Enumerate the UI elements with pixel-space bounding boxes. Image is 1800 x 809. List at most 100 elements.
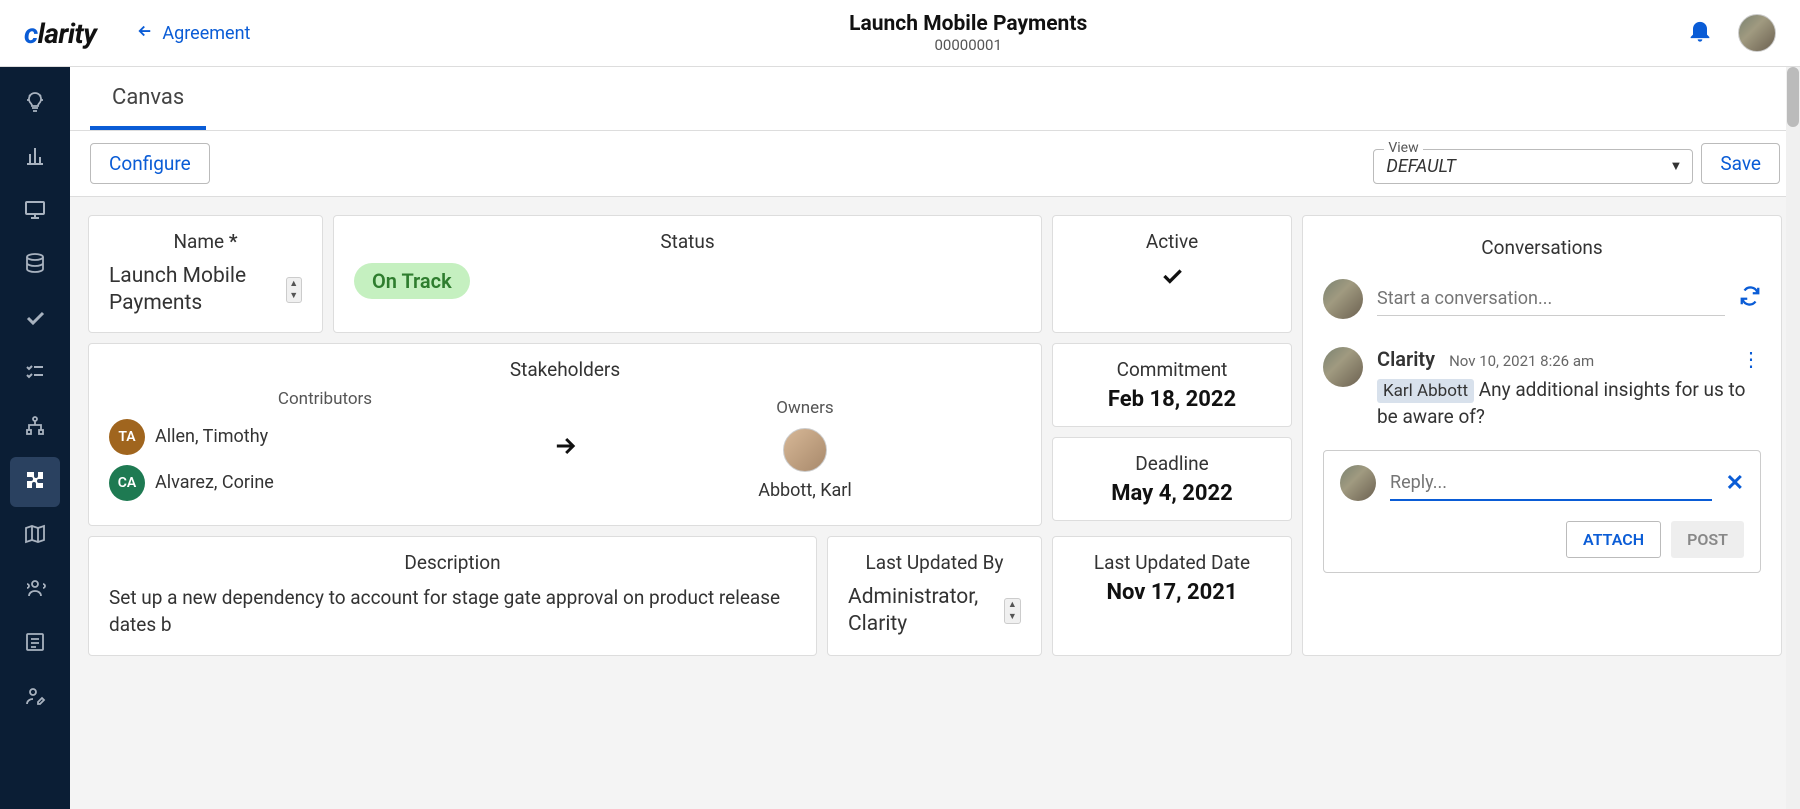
header-bar: clarity Agreement Launch Mobile Payments… [0, 0, 1800, 67]
start-conversation-input[interactable] [1377, 282, 1725, 316]
main-content: Canvas Configure View DEFAULT ▼ Save Nam… [70, 67, 1800, 809]
view-value: DEFAULT [1386, 156, 1456, 177]
status-badge[interactable]: On Track [354, 263, 470, 299]
database-icon [23, 252, 47, 280]
current-user-avatar [1323, 279, 1363, 319]
stepper-up-icon[interactable]: ▲ [287, 278, 301, 290]
page-title: Launch Mobile Payments [250, 12, 1686, 36]
mention-badge[interactable]: Karl Abbott [1377, 379, 1474, 403]
card-active: Active [1052, 215, 1292, 333]
sidebar-item-analytics[interactable] [10, 133, 60, 183]
reply-avatar [1340, 465, 1376, 501]
active-check-icon[interactable] [1073, 263, 1271, 296]
canvas-scroll-area[interactable]: Name * Launch Mobile Payments ▲ ▼ [70, 197, 1800, 809]
card-deadline: Deadline May 4, 2022 [1052, 437, 1292, 521]
lightbulb-icon [23, 90, 47, 118]
reply-box: ✕ ATTACH POST [1323, 450, 1761, 573]
owners-label: Owners [589, 398, 1021, 418]
updateddate-value[interactable]: Nov 17, 2021 [1073, 580, 1271, 605]
form-icon [23, 630, 47, 658]
owners-column: Owners Abbott, Karl [589, 398, 1021, 501]
back-to-agreement-link[interactable]: Agreement [136, 22, 250, 45]
action-bar: Configure View DEFAULT ▼ Save [70, 131, 1800, 197]
sidebar-item-people[interactable] [10, 565, 60, 615]
updateddate-label: Last Updated Date [1073, 551, 1271, 574]
header-right [1686, 14, 1776, 52]
sidebar-item-plan[interactable] [10, 457, 60, 507]
message-author: Clarity [1377, 347, 1435, 371]
configure-button[interactable]: Configure [90, 143, 210, 184]
arrow-right-icon [541, 432, 589, 468]
sidebar-item-ideas[interactable] [10, 79, 60, 129]
name-input[interactable]: Launch Mobile Payments [109, 263, 280, 318]
name-label: Name * [109, 230, 302, 253]
sidebar [0, 67, 70, 809]
initials-avatar: CA [109, 465, 145, 501]
message-time: Nov 10, 2021 8:26 am [1449, 352, 1594, 370]
updatedby-value[interactable]: Administrator, Clarity [848, 584, 998, 639]
card-updated-by: Last Updated By Administrator, Clarity ▲… [827, 536, 1042, 656]
chevron-down-icon: ▼ [1669, 158, 1682, 174]
sidebar-item-user-edit[interactable] [10, 673, 60, 723]
reply-input[interactable] [1390, 466, 1712, 501]
scrollbar-thumb[interactable] [1787, 67, 1799, 127]
page-title-wrap: Launch Mobile Payments 00000001 [250, 12, 1686, 54]
page-subtitle: 00000001 [250, 36, 1686, 54]
deadline-value[interactable]: May 4, 2022 [1073, 481, 1271, 506]
owner-avatar[interactable] [783, 428, 827, 472]
conversations-panel: Conversations Clarity Nov [1302, 215, 1782, 656]
layout: Canvas Configure View DEFAULT ▼ Save Nam… [0, 67, 1800, 809]
updatedby-label: Last Updated By [848, 551, 1021, 574]
owner-name: Abbott, Karl [589, 480, 1021, 501]
start-conversation-row [1323, 279, 1761, 319]
name-stepper[interactable]: ▲ ▼ [286, 277, 302, 303]
initials-avatar: TA [109, 419, 145, 455]
user-avatar[interactable] [1738, 14, 1776, 52]
post-button[interactable]: POST [1671, 521, 1744, 558]
puzzle-icon [23, 468, 47, 496]
contributor-row[interactable]: TA Allen, Timothy [109, 419, 541, 455]
attach-button[interactable]: ATTACH [1566, 521, 1661, 558]
contributor-name: Allen, Timothy [155, 426, 268, 447]
stepper-down-icon[interactable]: ▼ [1005, 611, 1020, 623]
sidebar-item-database[interactable] [10, 241, 60, 291]
card-updated-date: Last Updated Date Nov 17, 2021 [1052, 536, 1292, 656]
sidebar-item-check[interactable] [10, 295, 60, 345]
save-button[interactable]: Save [1701, 143, 1780, 184]
notifications-icon[interactable] [1686, 16, 1714, 51]
sidebar-item-form[interactable] [10, 619, 60, 669]
sitemap-icon [23, 414, 47, 442]
description-value[interactable]: Set up a new dependency to account for s… [109, 584, 796, 639]
conversation-message: Clarity Nov 10, 2021 8:26 am ⋮ Karl Abbo… [1323, 347, 1761, 430]
tabs-bar: Canvas [70, 67, 1800, 131]
tab-canvas[interactable]: Canvas [90, 67, 206, 130]
sidebar-item-hierarchy[interactable] [10, 403, 60, 453]
checklist-icon [23, 360, 47, 388]
map-icon [23, 522, 47, 550]
sidebar-item-tasks[interactable] [10, 349, 60, 399]
sidebar-item-map[interactable] [10, 511, 60, 561]
refresh-icon[interactable] [1739, 285, 1761, 313]
monitor-icon [23, 198, 47, 226]
deadline-label: Deadline [1073, 452, 1271, 475]
status-label: Status [354, 230, 1021, 253]
conversations-title: Conversations [1323, 236, 1761, 259]
contributor-row[interactable]: CA Alvarez, Corine [109, 465, 541, 501]
message-more-icon[interactable]: ⋮ [1741, 347, 1761, 371]
updatedby-stepper[interactable]: ▲ ▼ [1004, 598, 1021, 624]
bar-chart-icon [23, 144, 47, 172]
app-logo: clarity [24, 17, 96, 50]
arrow-left-icon [136, 22, 154, 45]
view-selector[interactable]: View DEFAULT ▼ [1373, 149, 1693, 184]
message-author-avatar [1323, 347, 1363, 387]
stepper-down-icon[interactable]: ▼ [287, 290, 301, 302]
left-column: Name * Launch Mobile Payments ▲ ▼ [88, 215, 1292, 656]
scrollbar-track[interactable] [1786, 67, 1800, 809]
close-icon[interactable]: ✕ [1726, 471, 1744, 496]
stepper-up-icon[interactable]: ▲ [1005, 599, 1020, 611]
commitment-value[interactable]: Feb 18, 2022 [1073, 387, 1271, 412]
grid-layout: Name * Launch Mobile Payments ▲ ▼ [88, 215, 1782, 656]
contributor-name: Alvarez, Corine [155, 472, 274, 493]
contributors-label: Contributors [109, 389, 541, 409]
sidebar-item-monitor[interactable] [10, 187, 60, 237]
